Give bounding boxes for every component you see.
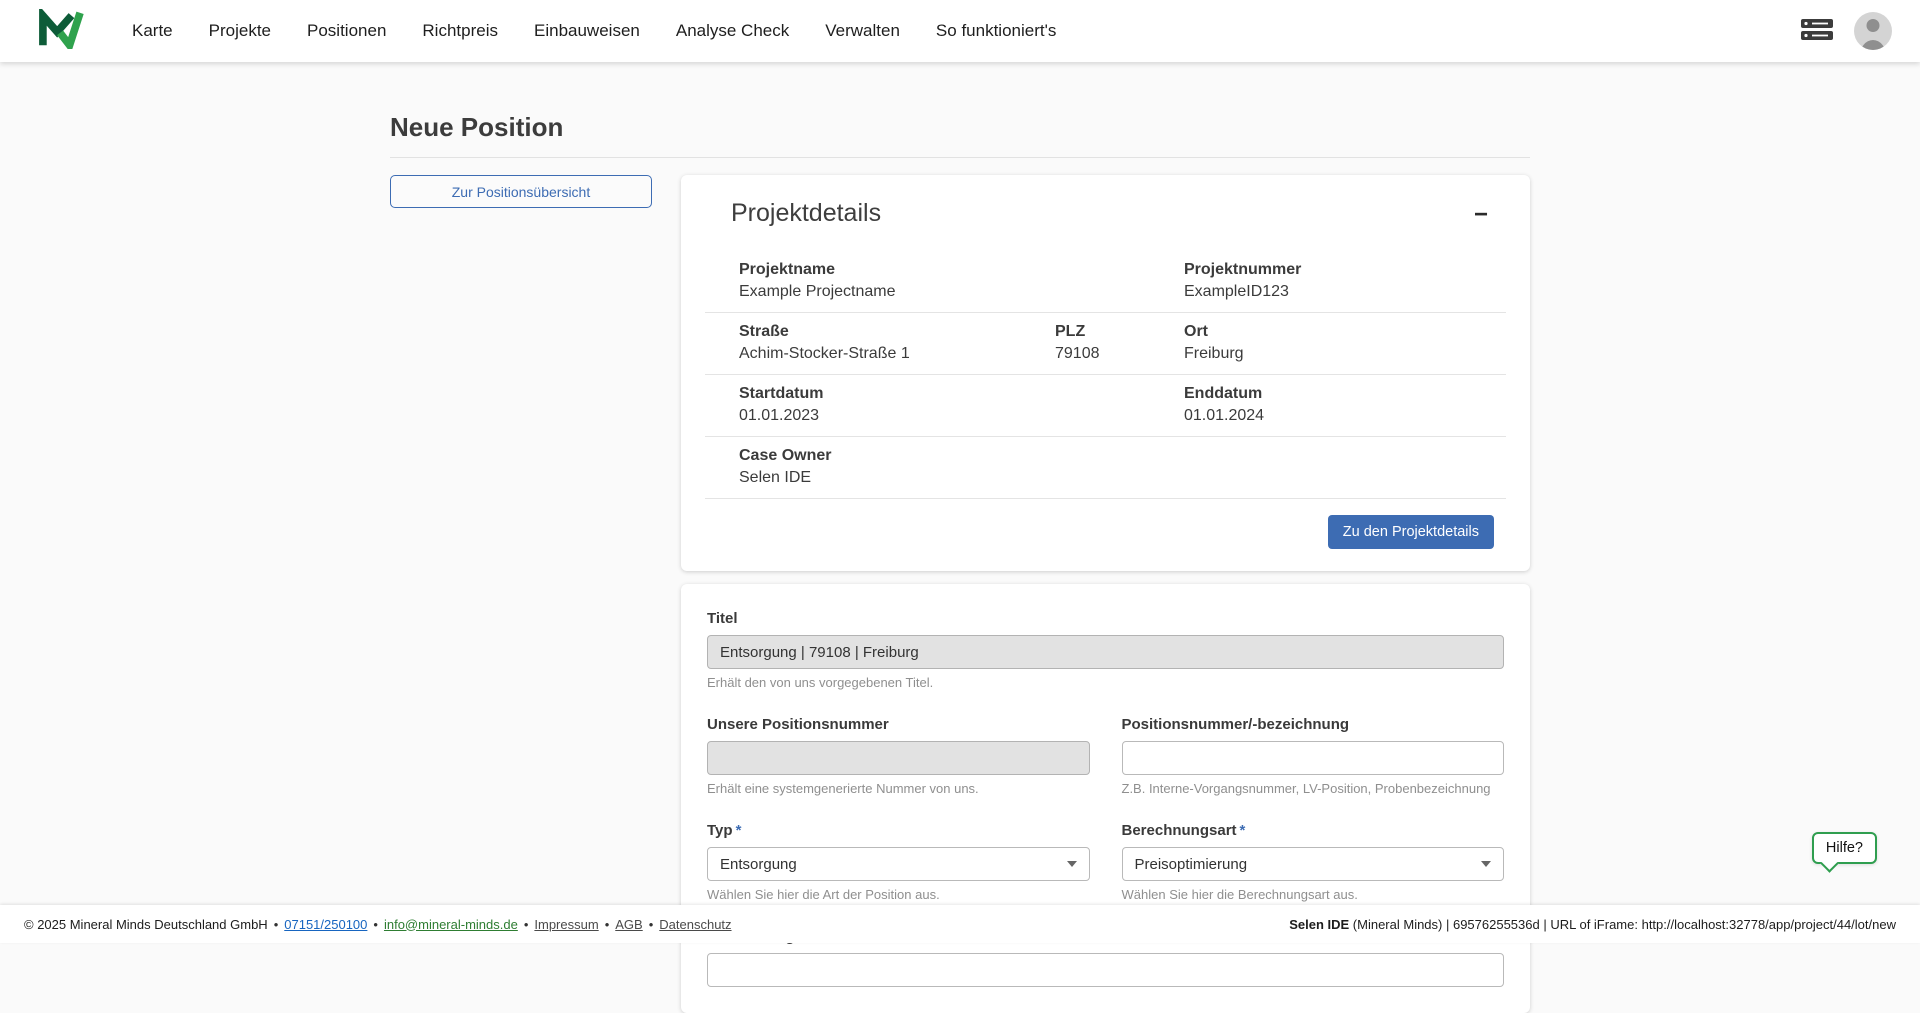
nav-item-projekte[interactable]: Projekte <box>209 21 271 41</box>
project-details-table: Projektname Example Projectname Projektn… <box>705 251 1506 499</box>
typ-select[interactable]: Entsorgung <box>707 847 1090 881</box>
copyright-text: © 2025 Mineral Minds Deutschland GmbH <box>24 917 268 932</box>
back-to-positions-button[interactable]: Zur Positionsübersicht <box>390 175 652 208</box>
field-plz: PLZ 79108 <box>1055 323 1184 363</box>
table-row: Straße Achim-Stocker-Straße 1 PLZ 79108 … <box>705 313 1506 375</box>
project-details-button[interactable]: Zu den Projektdetails <box>1328 515 1494 549</box>
case-manager-input[interactable] <box>707 953 1504 987</box>
unsere-positionsnummer-input <box>707 741 1090 775</box>
mineral-minds-logo-icon <box>38 9 84 54</box>
field-projektname: Projektname Example Projectname <box>739 261 1184 301</box>
session-details: (Mineral Minds) | 69576255536d | URL of … <box>1349 917 1896 932</box>
project-details-card: Projektdetails − Projektname Example Pro… <box>681 175 1530 571</box>
positionsnummer-field: Positionsnummer/-bezeichnung Z.B. Intern… <box>1122 716 1505 796</box>
titel-helper: Erhält den von uns vorgegebenen Titel. <box>707 675 1504 690</box>
field-projektnummer: Projektnummer ExampleID123 <box>1184 261 1496 301</box>
field-strasse: Straße Achim-Stocker-Straße 1 <box>739 323 1055 363</box>
berechnungsart-helper: Wählen Sie hier die Berechnungsart aus. <box>1122 887 1505 902</box>
field-startdatum: Startdatum 01.01.2023 <box>739 385 1184 425</box>
unsere-positionsnummer-label: Unsere Positionsnummer <box>707 716 1090 733</box>
position-form-card: Titel Erhält den von uns vorgegebenen Ti… <box>681 584 1530 1013</box>
caret-down-icon <box>1481 861 1491 867</box>
brand-logo[interactable] <box>38 9 84 54</box>
titel-label: Titel <box>707 610 1504 627</box>
table-row: Projektname Example Projectname Projektn… <box>705 251 1506 313</box>
typ-field: Typ* Entsorgung Wählen Sie hier die Art … <box>707 822 1090 902</box>
typ-helper: Wählen Sie hier die Art der Position aus… <box>707 887 1090 902</box>
positionsnummer-label: Positionsnummer/-bezeichnung <box>1122 716 1505 733</box>
main-content: Neue Position Zur Positionsübersicht Pro… <box>390 62 1530 1013</box>
field-enddatum: Enddatum 01.01.2024 <box>1184 385 1496 425</box>
required-asterisk: * <box>736 822 742 839</box>
typ-select-value: Entsorgung <box>720 856 797 873</box>
user-avatar-icon <box>1867 19 1880 32</box>
nav-item-karte[interactable]: Karte <box>132 21 173 41</box>
field-ort: Ort Freiburg <box>1184 323 1496 363</box>
berechnungsart-select[interactable]: Preisoptimierung <box>1122 847 1505 881</box>
caret-down-icon <box>1067 861 1077 867</box>
footer: © 2025 Mineral Minds Deutschland GmbH • … <box>0 905 1920 943</box>
nav-right <box>1800 12 1892 50</box>
positionsnummer-input[interactable] <box>1122 741 1505 775</box>
collapse-minus-icon[interactable]: − <box>1472 199 1490 231</box>
email-link[interactable]: info@mineral-minds.de <box>384 917 518 932</box>
nav-item-einbauweisen[interactable]: Einbauweisen <box>534 21 640 41</box>
nav-item-richtpreis[interactable]: Richtpreis <box>422 21 498 41</box>
phone-link[interactable]: 07151/250100 <box>284 917 367 932</box>
server-icon <box>1800 17 1834 46</box>
title-divider <box>390 157 1530 158</box>
nav-links: Karte Projekte Positionen Richtpreis Ein… <box>132 21 1056 41</box>
right-column: Projektdetails − Projektname Example Pro… <box>681 175 1530 1013</box>
nav-item-so-funktionierts[interactable]: So funktioniert's <box>936 21 1056 41</box>
nav-item-positionen[interactable]: Positionen <box>307 21 386 41</box>
unsere-positionsnummer-helper: Erhält eine systemgenerierte Nummer von … <box>707 781 1090 796</box>
page-title: Neue Position <box>390 112 1530 143</box>
nav-item-analyse-check[interactable]: Analyse Check <box>676 21 789 41</box>
user-avatar-button[interactable] <box>1854 12 1892 50</box>
berechnungsart-select-value: Preisoptimierung <box>1135 856 1248 873</box>
left-column: Zur Positionsübersicht <box>390 175 652 208</box>
help-label: Hilfe? <box>1826 840 1863 856</box>
table-row: Startdatum 01.01.2023 Enddatum 01.01.202… <box>705 375 1506 437</box>
unsere-positionsnummer-field: Unsere Positionsnummer Erhält eine syste… <box>707 716 1090 796</box>
impressum-link[interactable]: Impressum <box>534 917 598 932</box>
project-details-title: Projektdetails <box>731 199 881 228</box>
typ-label: Typ* <box>707 822 1090 839</box>
required-asterisk: * <box>1240 822 1246 839</box>
field-case-owner: Case Owner Selen IDE <box>739 447 1496 487</box>
footer-left: © 2025 Mineral Minds Deutschland GmbH • … <box>24 917 732 932</box>
positionsnummer-helper: Z.B. Interne-Vorgangsnummer, LV-Position… <box>1122 781 1505 796</box>
table-row: Case Owner Selen IDE <box>705 437 1506 499</box>
session-user: Selen IDE <box>1289 917 1349 932</box>
agb-link[interactable]: AGB <box>615 917 642 932</box>
help-button[interactable]: Hilfe? <box>1812 832 1877 864</box>
berechnungsart-label: Berechnungsart* <box>1122 822 1505 839</box>
server-button[interactable] <box>1800 17 1834 46</box>
top-nav: Karte Projekte Positionen Richtpreis Ein… <box>0 0 1920 62</box>
berechnungsart-field: Berechnungsart* Preisoptimierung Wählen … <box>1122 822 1505 902</box>
nav-item-verwalten[interactable]: Verwalten <box>825 21 900 41</box>
titel-field: Titel Erhält den von uns vorgegebenen Ti… <box>707 610 1504 690</box>
footer-session-info: Selen IDE (Mineral Minds) | 69576255536d… <box>1289 917 1896 932</box>
datenschutz-link[interactable]: Datenschutz <box>659 917 731 932</box>
titel-input <box>707 635 1504 669</box>
